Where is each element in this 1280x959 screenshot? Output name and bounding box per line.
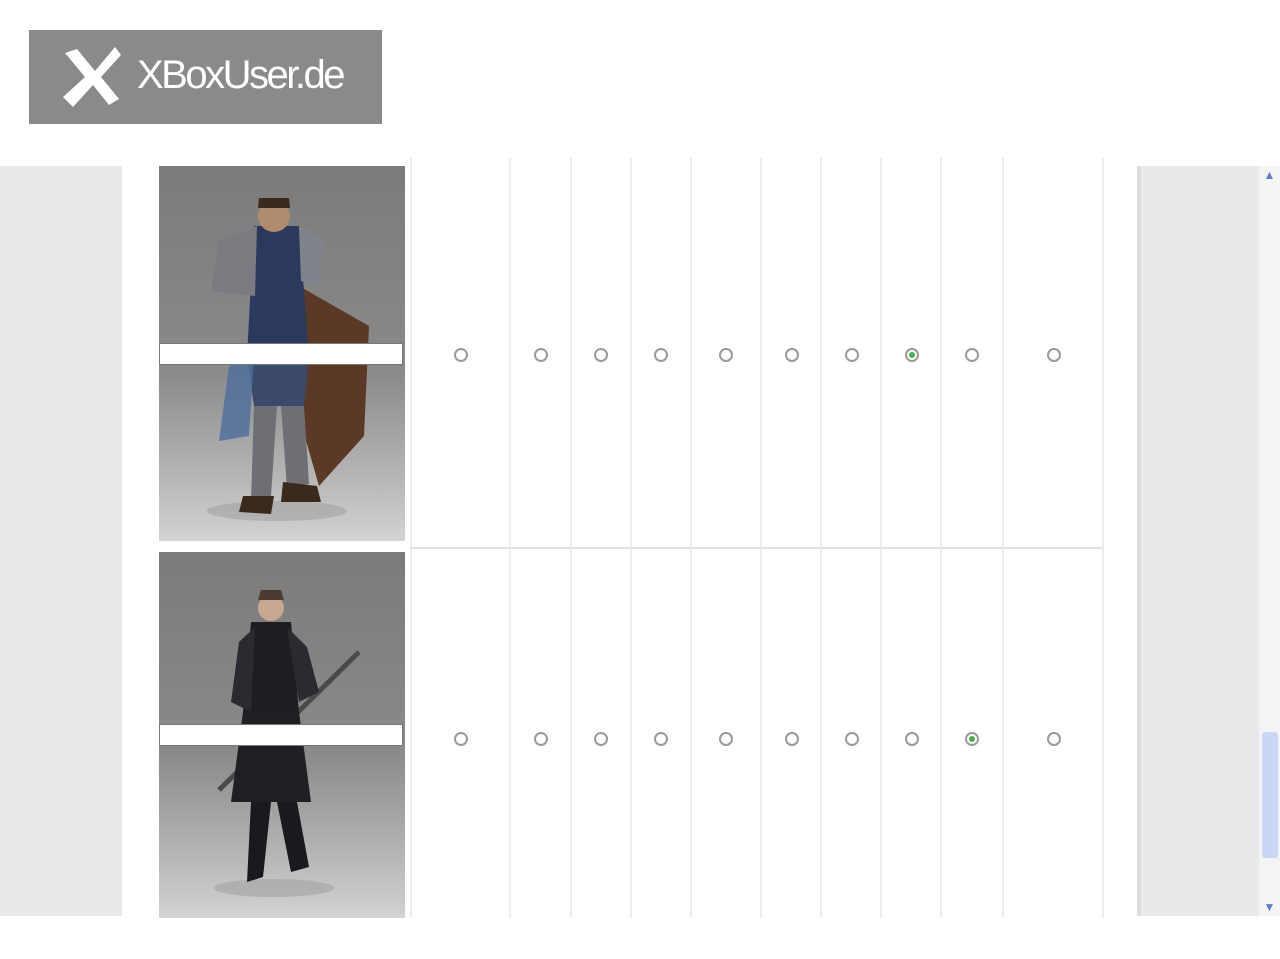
rating-radio-1[interactable] xyxy=(454,732,468,746)
rating-radio-5[interactable] xyxy=(719,732,733,746)
left-panel xyxy=(0,166,122,916)
rating-radio-10[interactable] xyxy=(1047,732,1061,746)
vertical-scrollbar[interactable]: ▲ ▼ xyxy=(1259,166,1280,916)
right-panel xyxy=(1137,166,1259,916)
character-image xyxy=(159,166,405,541)
survey-table xyxy=(122,158,1137,918)
rating-radio-3[interactable] xyxy=(594,732,608,746)
character-image xyxy=(159,552,405,918)
rating-radio-1[interactable] xyxy=(454,348,468,362)
table-row xyxy=(122,158,1137,541)
rating-radio-2[interactable] xyxy=(534,348,548,362)
rating-radio-3[interactable] xyxy=(594,348,608,362)
rating-radio-2[interactable] xyxy=(534,732,548,746)
scroll-thumb[interactable] xyxy=(1262,732,1278,858)
rating-radio-5[interactable] xyxy=(719,348,733,362)
rating-radio-8[interactable] xyxy=(905,732,919,746)
rating-radio-7[interactable] xyxy=(845,732,859,746)
rating-radio-9[interactable] xyxy=(965,348,979,362)
rating-radio-6[interactable] xyxy=(785,732,799,746)
chevron-down-icon[interactable]: ▼ xyxy=(1259,898,1280,916)
rating-radio-4[interactable] xyxy=(654,348,668,362)
rating-radio-9-selected[interactable] xyxy=(965,732,979,746)
rating-radio-10[interactable] xyxy=(1047,348,1061,362)
table-row xyxy=(122,544,1137,922)
rating-radio-8-selected[interactable] xyxy=(905,348,919,362)
character-name-input[interactable] xyxy=(159,724,403,746)
character-name-input[interactable] xyxy=(159,343,403,365)
chevron-up-icon[interactable]: ▲ xyxy=(1259,166,1280,184)
site-logo[interactable]: XBoxUser.de xyxy=(29,30,382,124)
x-logo-icon xyxy=(63,47,121,107)
rating-radio-4[interactable] xyxy=(654,732,668,746)
rating-radio-6[interactable] xyxy=(785,348,799,362)
rating-radio-7[interactable] xyxy=(845,348,859,362)
logo-text: XBoxUser.de xyxy=(137,53,345,97)
